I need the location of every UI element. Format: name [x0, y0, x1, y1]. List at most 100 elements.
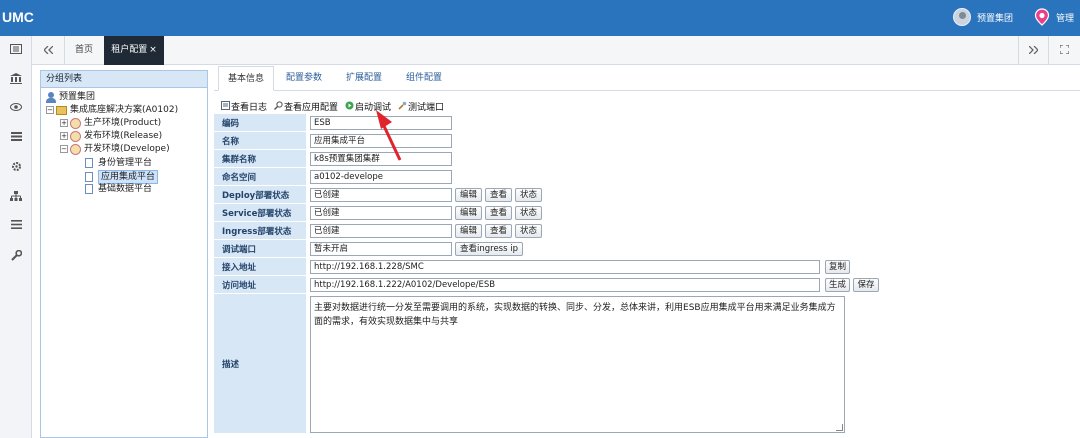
row-visit-address: 访问地址 http://192.168.1.222/A0102/Develope… [214, 276, 1080, 294]
description-textarea[interactable]: 主要对数据进行统一分发至需要调用的系统，实现数据的转换、同步、分发，总体来讲，利… [310, 296, 845, 433]
detail-panel: 基本信息 配置参数 扩展配置 组件配置 查看日志 查看应用配置 启动调试 测试端… [214, 66, 1080, 438]
tree-node-solution[interactable]: − 集成底座解决方案(A0102) [46, 104, 178, 116]
admin-name: 管理 [1056, 13, 1075, 24]
ingress-status-input[interactable]: 已创建 [310, 224, 452, 238]
service-edit-button[interactable]: 编辑 [455, 206, 482, 220]
cluster-input[interactable]: k8s预置集团集群 [310, 152, 452, 166]
tab-scroll-left-button[interactable] [32, 36, 64, 65]
group-icon [46, 91, 56, 103]
name-input[interactable]: 应用集成平台 [310, 134, 452, 148]
ingress-status-button[interactable]: 状态 [515, 224, 542, 238]
code-input[interactable]: ESB [310, 116, 452, 130]
search-icon [273, 101, 283, 111]
ingress-label: Ingress部署状态 [214, 222, 306, 239]
tree-node-label: 生产环境(Product) [84, 118, 162, 128]
tab-component-config[interactable]: 组件配置 [396, 66, 452, 91]
menu-icon[interactable] [9, 220, 23, 234]
expand-icon[interactable]: + [60, 119, 68, 127]
tab-tenant-config[interactable]: 租户配置 × [104, 36, 164, 65]
start-debug-button[interactable]: 启动调试 [344, 100, 391, 113]
visit-address-label: 访问地址 [214, 276, 306, 293]
tree-node-label: 身份管理平台 [98, 158, 153, 168]
tree-node-basedata[interactable]: 基础数据平台 [85, 183, 152, 195]
view-ingress-ip-button[interactable]: 查看ingress ip [455, 242, 523, 256]
tab-tenant-config-label: 租户配置 [111, 45, 148, 55]
deploy-status-input[interactable]: 已创建 [310, 188, 452, 202]
tree-node-label: 开发环境(Develope) [84, 144, 170, 154]
location-pin-icon [1034, 8, 1050, 26]
bank-icon[interactable] [9, 73, 23, 87]
service-status-input[interactable]: 已创建 [310, 206, 452, 220]
row-name: 名称 应用集成平台 [214, 132, 1080, 150]
row-description: 描述 主要对数据进行统一分发至需要调用的系统，实现数据的转换、同步、分发，总体来… [214, 294, 1080, 434]
visit-address-input[interactable]: http://192.168.1.222/A0102/Develope/ESB [310, 278, 820, 292]
row-service: Service部署状态 已创建 编辑 查看 状态 [214, 204, 1080, 222]
double-chevron-left-icon [42, 45, 53, 54]
debug-port-input[interactable]: 暂未开启 [310, 242, 452, 256]
namespace-input[interactable]: a0102-develope [310, 170, 452, 184]
row-deploy: Deploy部署状态 已创建 编辑 查看 状态 [214, 186, 1080, 204]
tree-node-root[interactable]: 预置集团 [46, 91, 95, 103]
log-icon [220, 101, 230, 111]
copy-button[interactable]: 复制 [825, 260, 850, 274]
left-nav-bar [0, 36, 32, 438]
row-ingress: Ingress部署状态 已创建 编辑 查看 状态 [214, 222, 1080, 240]
expand-icon[interactable]: + [60, 132, 68, 140]
app-logo: UMC [2, 9, 34, 25]
folder-icon [56, 105, 67, 115]
tab-basic-info[interactable]: 基本信息 [218, 66, 274, 91]
tab-extended-config[interactable]: 扩展配置 [336, 66, 392, 91]
tree-node-esb[interactable]: 应用集成平台 [85, 170, 159, 184]
test-port-button[interactable]: 测试端口 [397, 100, 445, 113]
close-icon[interactable]: × [149, 45, 157, 55]
access-address-input[interactable]: http://192.168.1.228/SMC [310, 260, 820, 274]
debug-port-label: 调试端口 [214, 240, 306, 257]
ingress-edit-button[interactable]: 编辑 [455, 224, 482, 238]
tree-node-label: 发布环境(Release) [84, 131, 163, 141]
tree-node-label: 预置集团 [59, 92, 96, 102]
resize-grip-icon[interactable] [836, 424, 843, 431]
tree-node-identity[interactable]: 身份管理平台 [85, 157, 152, 169]
tab-config-params[interactable]: 配置参数 [276, 66, 332, 91]
view-app-config-button[interactable]: 查看应用配置 [273, 100, 338, 113]
sitemap-icon[interactable] [9, 191, 23, 205]
collapse-icon[interactable]: − [46, 106, 54, 114]
admin-menu[interactable]: 管理 [1034, 8, 1074, 26]
org-switcher[interactable]: 预置集团 [953, 8, 1013, 26]
row-debug-port: 调试端口 暂未开启 查看ingress ip [214, 240, 1080, 258]
deploy-status-button[interactable]: 状态 [515, 188, 542, 202]
view-log-label: 查看日志 [231, 102, 268, 113]
tree-node-develope[interactable]: − 开发环境(Develope) [60, 143, 170, 155]
row-access-address: 接入地址 http://192.168.1.228/SMC 复制 [214, 258, 1080, 276]
generate-button[interactable]: 生成 [825, 278, 850, 292]
code-label: 编码 [214, 114, 306, 131]
tree-node-product[interactable]: + 生产环境(Product) [60, 117, 161, 129]
grid-icon[interactable] [9, 44, 23, 58]
toolbar: 查看日志 查看应用配置 启动调试 测试端口 [220, 100, 450, 113]
avatar-icon [953, 8, 971, 26]
view-log-button[interactable]: 查看日志 [220, 100, 268, 113]
fullscreen-button[interactable] [1048, 36, 1080, 65]
detail-tabs: 基本信息 配置参数 扩展配置 组件配置 [214, 66, 1080, 91]
org-name: 预置集团 [977, 13, 1014, 24]
collapse-icon[interactable]: − [60, 145, 68, 153]
wrench-icon[interactable] [9, 249, 23, 264]
play-icon [344, 101, 354, 111]
service-view-button[interactable]: 查看 [485, 206, 512, 220]
gear-icon[interactable] [9, 161, 23, 175]
access-address-label: 接入地址 [214, 258, 306, 275]
row-cluster: 集群名称 k8s预置集团集群 [214, 150, 1080, 168]
tree-node-release[interactable]: + 发布环境(Release) [60, 130, 162, 142]
list-icon[interactable] [9, 132, 23, 146]
tab-home[interactable]: 首页 [65, 36, 103, 65]
ingress-view-button[interactable]: 查看 [485, 224, 512, 238]
row-code: 编码 ESB [214, 114, 1080, 132]
save-button[interactable]: 保存 [853, 278, 879, 292]
deploy-edit-button[interactable]: 编辑 [455, 188, 482, 202]
tab-scroll-right-button[interactable] [1018, 36, 1048, 65]
service-status-button[interactable]: 状态 [515, 206, 542, 220]
tools-icon [397, 101, 407, 111]
eye-icon[interactable] [9, 102, 23, 116]
test-port-label: 测试端口 [408, 102, 445, 113]
deploy-view-button[interactable]: 查看 [485, 188, 512, 202]
